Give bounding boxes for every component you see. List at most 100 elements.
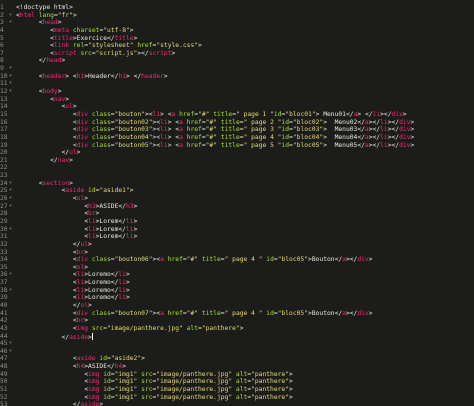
fold-arrow-icon[interactable]: ▾ — [9, 287, 12, 295]
code-line[interactable]: <br> — [16, 317, 474, 325]
fold-arrow-icon[interactable]: ▾ — [9, 195, 12, 203]
code-line[interactable]: <div class="bouton06"><a href="#" title=… — [16, 256, 474, 264]
code-line[interactable]: </ol> — [16, 302, 474, 310]
text-token: > — [72, 11, 77, 19]
line-number-label: 43 — [0, 324, 8, 332]
line-number-gutter: 1 2 ▾ 3 ▾ 4 5 6 7 8 9 ▾ 10 ▾ 11 ▾ 12 ▾ 13 14 15 16 17 18 19 20 21 2… — [0, 4, 16, 406]
code-line[interactable]: <section> — [16, 180, 474, 188]
code-line[interactable]: <div class="bouton07"><a href="#" title=… — [16, 310, 474, 318]
string-token: "bouton05" — [114, 141, 153, 149]
code-line[interactable]: <html lang="fr"> — [16, 12, 474, 20]
fold-arrow-icon[interactable]: ▾ — [9, 12, 12, 20]
code-editor[interactable]: 1 2 ▾ 3 ▾ 4 5 6 7 8 9 ▾ 10 ▾ 11 ▾ 12 ▾ 13 14 15 16 17 18 19 20 21 2… — [0, 0, 474, 406]
attribute-token: title — [209, 110, 233, 118]
code-line[interactable]: <head> — [16, 19, 474, 27]
line-number: 10 ▾ — [0, 73, 16, 81]
line-number: 13 — [0, 96, 16, 104]
fold-arrow-icon[interactable]: ▾ — [9, 73, 12, 81]
code-line[interactable]: <ol> — [16, 264, 474, 272]
fold-arrow-icon[interactable]: ▾ — [9, 271, 12, 279]
code-line[interactable]: <br> — [16, 210, 474, 218]
code-line[interactable]: <br> — [16, 249, 474, 257]
code-line[interactable]: <link rel="stylesheet" href="style.css"> — [16, 42, 474, 50]
code-line[interactable]: <img src="image/panthere.jpg" alt="panth… — [16, 325, 474, 333]
fold-arrow-icon[interactable]: ▾ — [9, 80, 12, 88]
line-number: 33 — [0, 249, 16, 257]
code-line[interactable]: <script src="script.js"></script> — [16, 50, 474, 58]
fold-arrow-icon[interactable]: ▾ — [9, 180, 12, 188]
code-line[interactable]: <img id="img1" src="image/panthere.jpg" … — [16, 386, 474, 394]
text-token: >Lorem</ — [95, 217, 126, 225]
line-number: 52 — [0, 394, 16, 402]
code-line[interactable]: <li>Lorem</li> — [16, 218, 474, 226]
text-token: > — [88, 301, 92, 309]
text-token: > — [171, 49, 176, 57]
text-token: >< — [144, 110, 153, 118]
code-line[interactable]: <header> <h1>Header</h1> </header> — [16, 73, 474, 81]
code-line[interactable]: <body> — [16, 88, 474, 96]
code-line[interactable]: <h3>ASIDE</h3> — [16, 203, 474, 211]
line-number-label: 25 — [0, 187, 8, 195]
string-token: " page 4 " — [224, 256, 263, 264]
code-line[interactable]: <li>Loremo</li> — [16, 279, 474, 287]
code-line[interactable]: <li>Loremo</li> — [16, 271, 474, 279]
code-line[interactable]: <!doctype html> — [16, 4, 474, 12]
text-token: > — [129, 187, 134, 195]
fold-arrow-icon[interactable]: ▾ — [9, 226, 12, 234]
code-line[interactable]: <img id="img1" src="image/panthere.jpg" … — [16, 378, 474, 386]
code-line[interactable]: <ul> — [16, 195, 474, 203]
code-area[interactable]: <!doctype html> <html lang="fr"> <head> <… — [16, 4, 474, 406]
fold-arrow-icon[interactable]: ▾ — [9, 65, 12, 73]
code-line[interactable]: <div class="bouton05"><li> <a href="#" t… — [16, 142, 474, 150]
text-token: < — [16, 225, 89, 233]
code-line[interactable] — [16, 172, 474, 180]
code-line[interactable]: </aside> — [16, 332, 474, 341]
code-line[interactable]: </ul> — [16, 149, 474, 157]
code-line[interactable]: <div class="bouton"><li> <a href="#" tit… — [16, 111, 474, 119]
code-line[interactable]: <div class="bouton03"><li> <a href="#" t… — [16, 126, 474, 134]
code-line[interactable]: <li>Loremo</li> — [16, 294, 474, 302]
code-line[interactable]: <div class="bouton02"><li> <a href="#" t… — [16, 119, 474, 127]
code-line[interactable]: <h4>ASIDE</h4> — [16, 363, 474, 371]
line-number: 36 ▾ — [0, 271, 16, 279]
code-line[interactable] — [16, 164, 474, 172]
string-token: "aside1" — [99, 187, 130, 195]
tag-token: div — [76, 309, 89, 317]
fold-arrow-icon[interactable]: ▾ — [9, 187, 12, 195]
attribute-token: class — [88, 110, 111, 118]
code-line[interactable]: </nav> — [16, 157, 474, 165]
code-line[interactable]: <aside id="aside1"> — [16, 187, 474, 195]
code-line[interactable]: <div class="bouton04"><li> <a href="#" t… — [16, 134, 474, 142]
code-line[interactable] — [16, 348, 474, 356]
fold-arrow-icon[interactable]: ▾ — [9, 88, 12, 96]
code-line[interactable]: <li>Lorem</li> — [16, 226, 474, 234]
code-line[interactable] — [16, 65, 474, 73]
code-line[interactable]: <img id="img1" src="image/panthere.jpg" … — [16, 394, 474, 402]
fold-arrow-icon[interactable]: ▾ — [9, 340, 12, 348]
code-line[interactable]: <nav> — [16, 96, 474, 104]
code-line[interactable]: </aside> — [16, 401, 474, 406]
tag-token: div — [76, 133, 89, 141]
string-token: "panthere" — [201, 324, 240, 332]
fold-arrow-icon[interactable]: ▾ — [9, 203, 12, 211]
text-token: ></ — [345, 256, 358, 264]
code-line[interactable]: <img id="img1" src="image/panthere.jpg" … — [16, 371, 474, 379]
code-line[interactable]: <li>Loremo</li> — [16, 287, 474, 295]
text-token: < — [16, 279, 77, 287]
code-line[interactable]: <ul> — [16, 103, 474, 111]
text-token: > — [84, 263, 89, 271]
code-line[interactable] — [16, 80, 474, 88]
line-number: 1 — [0, 4, 16, 12]
code-line[interactable]: <meta charset="utf-8"> — [16, 27, 474, 35]
code-line[interactable]: </ul> — [16, 241, 474, 249]
code-line[interactable]: <li>Lorem</li> — [16, 233, 474, 241]
fold-arrow-icon[interactable]: ▾ — [9, 19, 12, 27]
code-line[interactable] — [16, 340, 474, 348]
tag-token: body — [42, 88, 58, 96]
fold-arrow-icon[interactable]: ▾ — [9, 348, 12, 356]
code-line[interactable]: <aside id="aside2"> — [16, 355, 474, 363]
line-number-label: 39 — [0, 294, 8, 302]
code-line[interactable]: <title>Exercice</title> — [16, 35, 474, 43]
code-line[interactable]: </head> — [16, 57, 474, 65]
text-token: > — [133, 225, 138, 233]
